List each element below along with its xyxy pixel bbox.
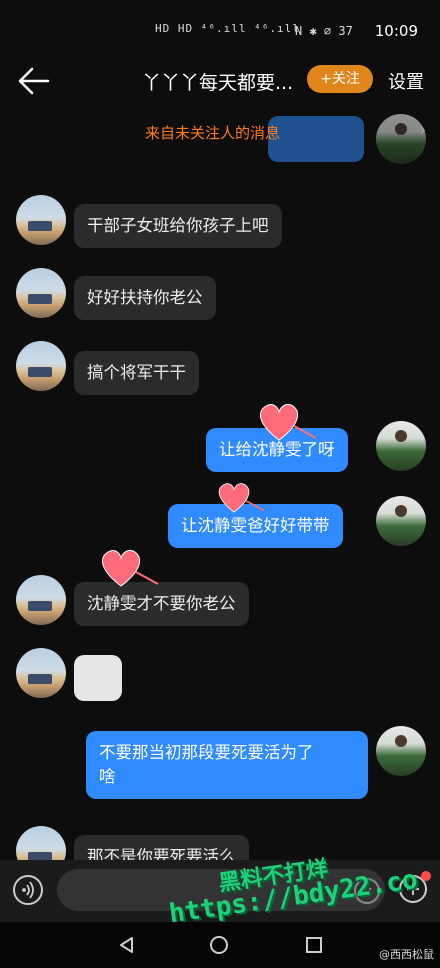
square-recent-icon[interactable]: [304, 935, 324, 955]
heart-icon: [101, 549, 159, 587]
avatar[interactable]: [376, 496, 426, 546]
weibo-watermark: @西西松鼠: [379, 948, 434, 961]
message-bubble[interactable]: 不要那当初那段要死要活为了 啥: [86, 731, 368, 799]
chat-area[interactable]: 干部子女班给你孩子上吧 好好扶持你老公 搞个将军干干 让给沈静雯了呀 让沈静雯爸…: [0, 108, 440, 860]
chat-header: 丫丫丫每天都要... +关注 设置: [0, 56, 440, 108]
status-bar: HD HD ⁴⁶.ıll ⁴⁶.ıll N ✱ ⌀ 37 10:09: [0, 0, 440, 56]
signal-indicators: HD HD ⁴⁶.ıll ⁴⁶.ıll: [155, 22, 300, 35]
settings-button[interactable]: 设置: [388, 68, 424, 94]
voice-wave-icon: [22, 881, 34, 899]
circle-home-icon[interactable]: [208, 934, 230, 956]
follow-button[interactable]: +关注: [307, 65, 373, 93]
message-bubble[interactable]: 搞个将军干干: [74, 351, 199, 395]
avatar[interactable]: [16, 575, 66, 625]
avatar[interactable]: [16, 826, 66, 860]
image-message[interactable]: [74, 655, 122, 701]
avatar[interactable]: [16, 195, 66, 245]
message-bubble-partial: [268, 116, 364, 162]
message-bubble[interactable]: 干部子女班给你孩子上吧: [74, 204, 282, 248]
stranger-notice[interactable]: 来自未关注人的消息: [145, 122, 280, 143]
message-bubble[interactable]: 好好扶持你老公: [74, 276, 216, 320]
chevron-right-icon[interactable]: ›: [420, 120, 426, 139]
message-bubble[interactable]: 那不是你要死要活么: [74, 835, 249, 860]
avatar[interactable]: [376, 421, 426, 471]
avatar[interactable]: [16, 268, 66, 318]
triangle-left-icon[interactable]: [117, 935, 137, 955]
avatar[interactable]: [16, 341, 66, 391]
system-indicators: N ✱ ⌀ 37: [295, 24, 353, 38]
heart-icon: [259, 403, 317, 441]
back-button[interactable]: [16, 64, 52, 98]
arrow-left-icon: [18, 67, 50, 95]
notification-dot: [421, 871, 431, 881]
avatar[interactable]: [376, 114, 426, 164]
voice-button[interactable]: [13, 875, 43, 905]
heart-icon: [218, 483, 264, 513]
chat-title: 丫丫丫每天都要...: [142, 72, 294, 94]
status-time: 10:09: [374, 22, 418, 40]
avatar[interactable]: [16, 648, 66, 698]
system-nav-bar: [0, 922, 440, 968]
avatar[interactable]: [376, 726, 426, 776]
